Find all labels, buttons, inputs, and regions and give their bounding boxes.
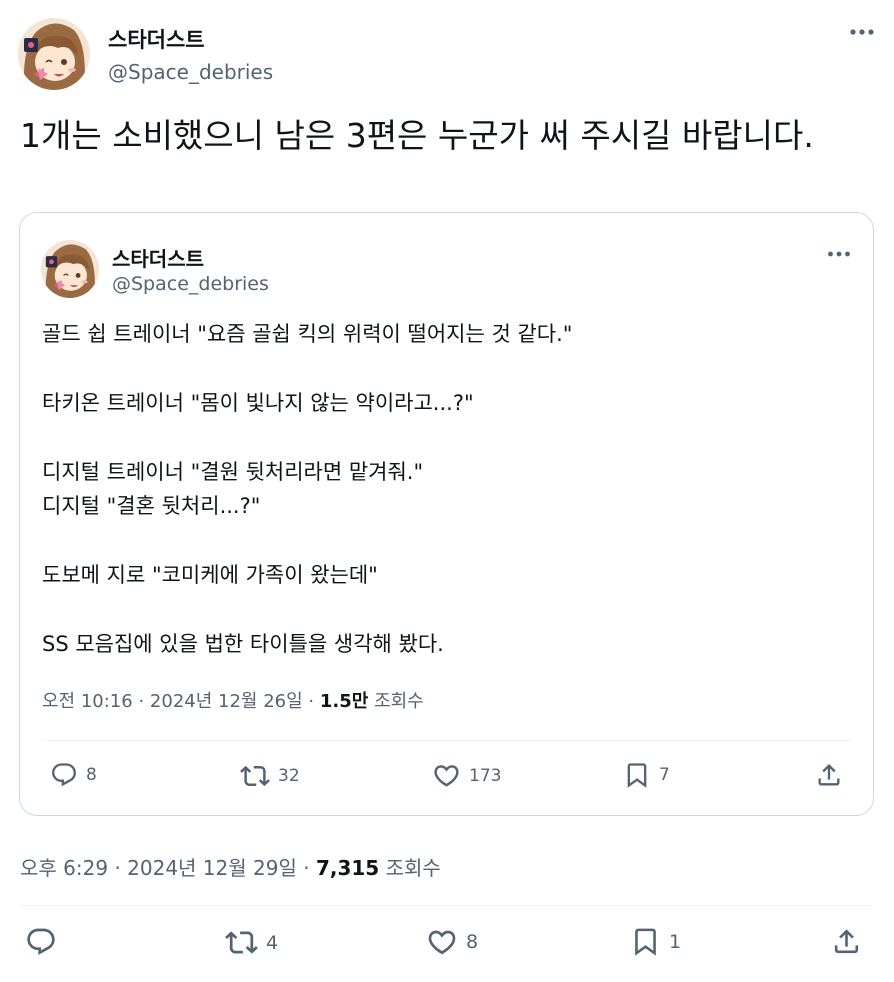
bookmark-count: 1 (669, 930, 682, 953)
quoted-reply-button[interactable]: 8 (50, 761, 97, 789)
quoted-retweet-button[interactable]: 32 (240, 761, 300, 791)
meta-separator: · (114, 856, 121, 880)
share-icon (815, 761, 843, 789)
views-count: 7,315 (315, 856, 380, 880)
post-time[interactable]: 오후 6:29 (20, 856, 108, 880)
quoted-text-line: 도보메 지로 "코미케에 가족이 왔는데" (42, 563, 378, 587)
retweet-count: 4 (266, 931, 279, 954)
quoted-post-time[interactable]: 오전 10:16 (42, 691, 133, 712)
quoted-like-count: 173 (469, 765, 502, 786)
quoted-tweet-text: 골드 쉽 트레이너 "요즘 골쉽 킥의 위력이 떨어지는 것 같다." 타키온 … (42, 317, 842, 661)
quoted-like-button[interactable]: 173 (432, 761, 501, 790)
quoted-reply-count: 8 (86, 765, 97, 785)
quoted-views-count: 1.5만 (319, 691, 369, 712)
retweet-icon (240, 761, 270, 791)
avatar-image (18, 18, 90, 90)
quoted-text-line: 골드 쉽 트레이너 "요즘 골쉽 킥의 위력이 떨어지는 것 같다." (42, 322, 573, 346)
quoted-retweet-count: 32 (278, 766, 300, 786)
quoted-tweet-card[interactable]: 스타더스트 @Space_debries 골드 쉽 트레이너 "요즘 골쉽 킥의… (19, 212, 874, 816)
share-button[interactable] (831, 926, 862, 957)
quoted-share-button[interactable] (815, 761, 843, 789)
meta-separator: · (138, 691, 145, 712)
tweet-meta: 오후 6:29 · 2024년 12월 29일 · 7,315 조회수 (20, 852, 441, 881)
quoted-avatar-image (41, 240, 99, 298)
reply-button[interactable] (25, 926, 57, 958)
heart-icon (426, 926, 458, 958)
tweet: 스타더스트 @Space_debries 1개는 소비했으니 남은 3편은 누군… (0, 0, 894, 982)
author-handle[interactable]: @Space_debries (108, 60, 273, 84)
quoted-text-line: 디지털 "결혼 뒷처리...?" (42, 494, 261, 518)
quoted-author-display-name[interactable]: 스타더스트 (112, 243, 204, 272)
meta-separator: · (303, 856, 310, 880)
quoted-bookmark-count: 7 (659, 765, 670, 785)
bookmark-icon (630, 926, 661, 957)
author-display-name[interactable]: 스타더스트 (108, 24, 205, 54)
like-button[interactable]: 8 (426, 926, 478, 958)
quoted-views-label: 조회수 (374, 691, 424, 712)
bookmark-button[interactable]: 1 (630, 926, 681, 957)
quoted-avatar[interactable] (41, 240, 99, 298)
quoted-text-line: 타키온 트레이너 "몸이 빛나지 않는 약이라고...?" (42, 391, 474, 415)
divider (20, 905, 872, 906)
quoted-bookmark-button[interactable]: 7 (623, 761, 670, 789)
quoted-author-handle[interactable]: @Space_debries (112, 273, 269, 295)
quoted-tweet-meta: 오전 10:16 · 2024년 12월 26일 · 1.5만 조회수 (42, 687, 424, 713)
retweet-button[interactable]: 4 (225, 926, 278, 959)
share-icon (831, 926, 862, 957)
quoted-text-line: SS 모음집에 있을 법한 타이틀을 생각해 봤다. (42, 632, 444, 656)
views-label: 조회수 (385, 856, 441, 880)
avatar[interactable] (18, 18, 90, 90)
quoted-post-date[interactable]: 2024년 12월 26일 (150, 691, 303, 712)
reply-icon (50, 761, 78, 789)
tweet-text: 1개는 소비했으니 남은 3편은 누군가 써 주시길 바랍니다. (20, 116, 814, 155)
more-horizontal-icon (828, 251, 850, 257)
reply-icon (25, 926, 57, 958)
heart-icon (432, 761, 461, 790)
quoted-text-line: 디지털 트레이너 "결원 뒷처리라면 맡겨줘." (42, 460, 424, 484)
retweet-icon (225, 926, 258, 959)
post-date[interactable]: 2024년 12월 29일 (127, 856, 297, 880)
bookmark-icon (623, 761, 651, 789)
like-count: 8 (466, 931, 479, 953)
quoted-more-options-button[interactable] (826, 245, 852, 263)
more-options-button[interactable] (848, 22, 876, 42)
more-horizontal-icon (850, 29, 874, 35)
meta-separator: · (308, 691, 315, 712)
divider (42, 740, 852, 741)
